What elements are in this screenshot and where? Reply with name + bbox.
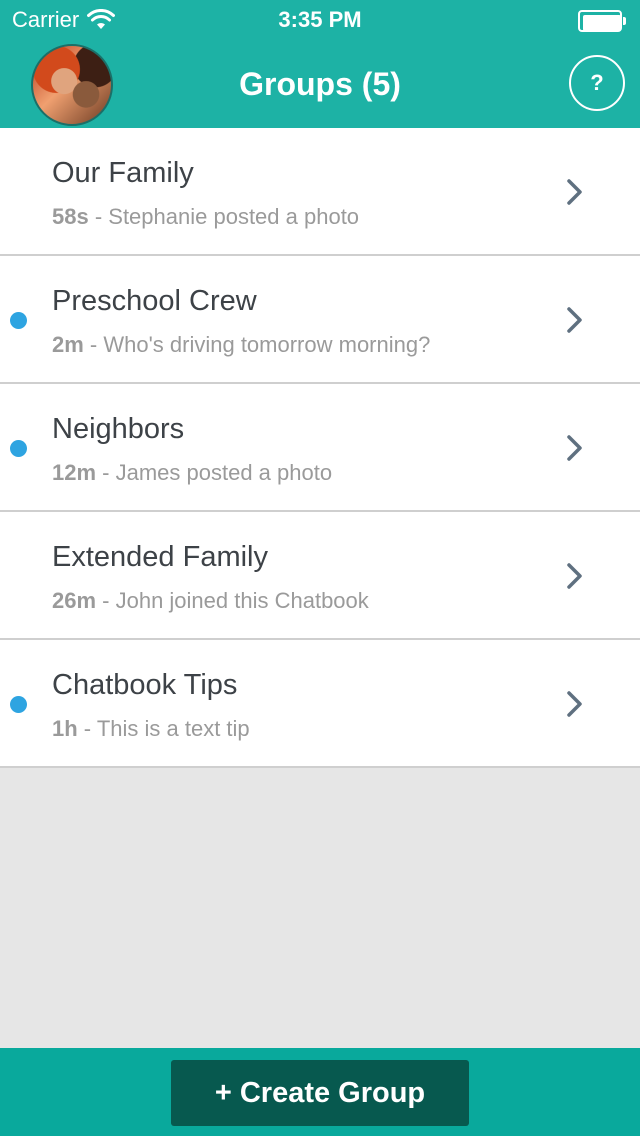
group-activity: 12m - James posted a photo — [52, 460, 332, 486]
unread-dot — [10, 696, 27, 713]
group-name: Our Family — [52, 157, 194, 189]
group-activity-text: - James posted a photo — [96, 460, 333, 485]
group-activity-text: - This is a text tip — [77, 716, 250, 741]
header: Carrier 3:35 PM Groups (5) ? — [0, 0, 640, 128]
unread-dot — [10, 440, 27, 457]
chevron-right-icon — [567, 179, 582, 205]
status-bar: Carrier 3:35 PM — [0, 0, 640, 40]
group-time: 1h — [52, 716, 78, 741]
group-name: Chatbook Tips — [52, 669, 238, 701]
page-title: Groups (5) — [239, 66, 401, 102]
group-row[interactable]: Our Family 58s - Stephanie posted a phot… — [0, 128, 640, 256]
unread-dot — [10, 312, 27, 329]
chevron-right-icon — [567, 563, 582, 589]
status-time: 3:35 PM — [278, 7, 362, 32]
group-time: 58s — [52, 204, 89, 229]
create-group-button[interactable]: + Create Group — [171, 1060, 469, 1126]
group-activity: 26m - John joined this Chatbook — [52, 588, 369, 614]
bottom-bar: + Create Group — [0, 1048, 640, 1136]
group-activity: 58s - Stephanie posted a photo — [52, 204, 359, 230]
group-row[interactable]: Chatbook Tips 1h - This is a text tip — [0, 640, 640, 768]
group-activity-text: - Stephanie posted a photo — [88, 204, 360, 229]
chevron-right-icon — [567, 307, 582, 333]
group-name: Neighbors — [52, 413, 185, 445]
group-time: 12m — [52, 460, 97, 485]
question-mark-icon: ? — [590, 70, 604, 95]
help-button[interactable]: ? — [569, 55, 625, 111]
group-time: 26m — [52, 588, 97, 613]
group-activity: 1h - This is a text tip — [52, 716, 250, 742]
groups-list: Our Family 58s - Stephanie posted a phot… — [0, 128, 640, 768]
group-activity-text: - Who's driving tomorrow morning? — [83, 332, 431, 357]
group-name: Preschool Crew — [52, 285, 257, 317]
group-row[interactable]: Extended Family 26m - John joined this C… — [0, 512, 640, 640]
battery-icon — [578, 10, 626, 32]
chevron-right-icon — [567, 435, 582, 461]
group-row[interactable]: Neighbors 12m - James posted a photo — [0, 384, 640, 512]
group-row[interactable]: Preschool Crew 2m - Who's driving tomorr… — [0, 256, 640, 384]
screen: Carrier 3:35 PM Groups (5) ? Our Family … — [0, 0, 640, 1136]
chevron-right-icon — [567, 691, 582, 717]
nav-bar: Groups (5) ? — [0, 40, 640, 128]
group-activity-text: - John joined this Chatbook — [96, 588, 369, 613]
group-activity: 2m - Who's driving tomorrow morning? — [52, 332, 430, 358]
group-time: 2m — [52, 332, 84, 357]
group-name: Extended Family — [52, 541, 268, 573]
